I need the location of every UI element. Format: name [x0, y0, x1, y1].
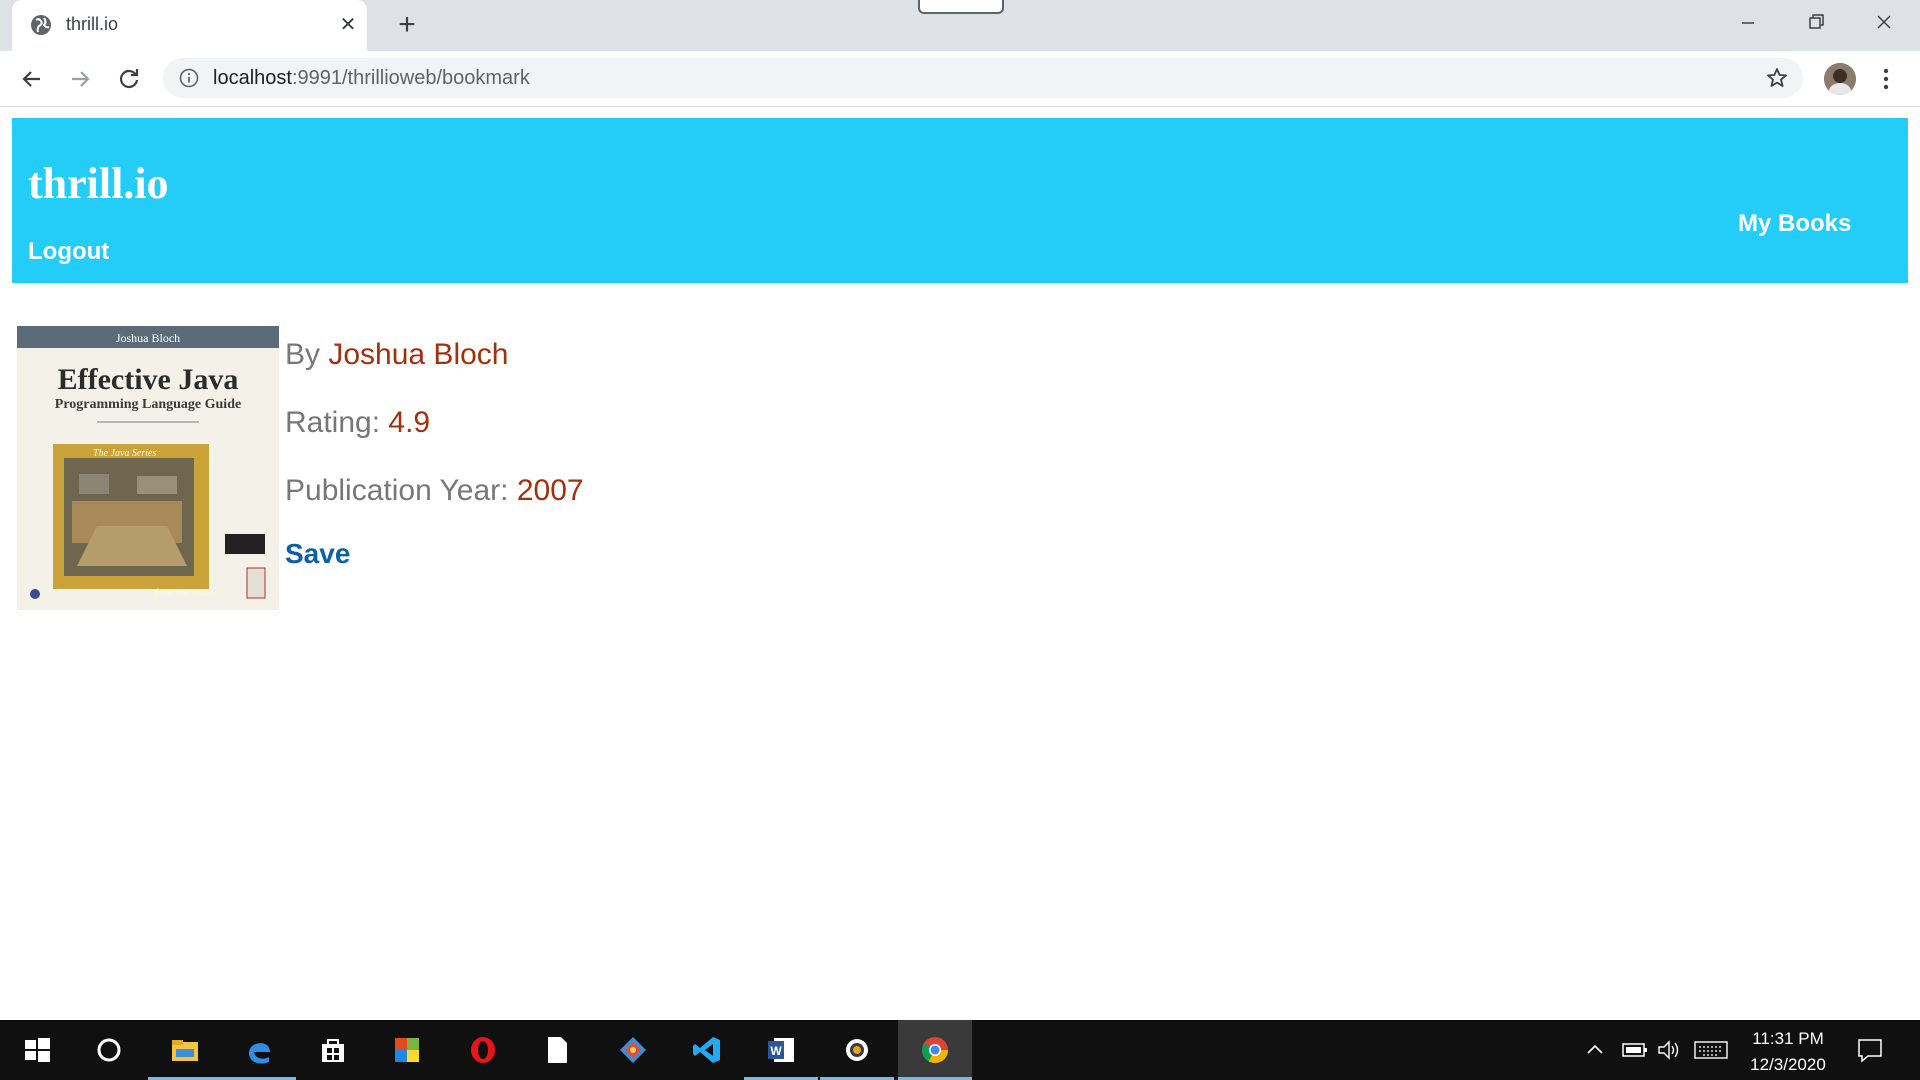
restore-icon[interactable] [1796, 8, 1836, 38]
taskbar-chrome[interactable] [898, 1020, 972, 1080]
year-value: 2007 [516, 474, 584, 507]
info-icon[interactable] [179, 68, 199, 88]
clock-time: 11:31 PM [1752, 1029, 1824, 1048]
author-value: Joshua Bloch [328, 338, 509, 371]
cortana-button[interactable] [72, 1020, 146, 1080]
close-tab-icon[interactable]: ✕ [335, 12, 361, 38]
year-label: Publication Year: [285, 474, 509, 507]
url-text[interactable]: localhost:9991/thrillioweb/bookmark [213, 67, 530, 90]
notifications-icon[interactable] [1856, 1036, 1884, 1064]
edge-icon [249, 1043, 270, 1064]
cover-series: The Java Series [93, 448, 156, 459]
address-bar[interactable]: localhost:9991/thrillioweb/bookmark [163, 58, 1803, 98]
taskbar-vscode[interactable] [670, 1020, 744, 1080]
bookmark-star-icon[interactable] [1765, 66, 1789, 90]
book-cover-image: Joshua Bloch Effective Java Programming … [17, 326, 279, 610]
taskbar-store[interactable] [296, 1020, 370, 1080]
rating-value: 4.9 [388, 406, 431, 439]
site-brand[interactable]: thrill.io [28, 158, 169, 209]
battery-icon[interactable] [1622, 1040, 1648, 1060]
office-icon [395, 1038, 419, 1062]
browser-tab-strip: thrill.io ✕ + [0, 0, 1920, 51]
clock-date: 12/3/2020 [1750, 1055, 1826, 1074]
keyboard-icon[interactable] [1694, 1040, 1728, 1060]
browser-menu-icon[interactable] [1876, 65, 1896, 93]
taskbar-git[interactable] [596, 1020, 670, 1080]
new-tab-icon[interactable]: + [392, 10, 422, 40]
cortana-icon [97, 1038, 121, 1062]
year-line: Publication Year: 2007 [285, 474, 584, 512]
taskbar-word[interactable]: W [744, 1020, 818, 1080]
forward-icon[interactable] [64, 63, 96, 95]
by-label: By [285, 338, 321, 371]
author-line: By Joshua Bloch [285, 338, 584, 376]
settings-icon [846, 1039, 868, 1061]
site-header: thrill.io Logout My Books [12, 118, 1908, 283]
save-link[interactable]: Save [285, 538, 584, 570]
minimize-icon[interactable] [1728, 8, 1768, 38]
my-books-link[interactable]: My Books [1738, 210, 1851, 238]
rating-label: Rating: [285, 406, 381, 439]
globe-icon [31, 15, 51, 35]
rating-line: Rating: 4.9 [285, 406, 584, 444]
notepad-icon [548, 1037, 567, 1063]
cover-author: Joshua Bloch [116, 331, 180, 345]
taskbar-notepad[interactable] [520, 1020, 594, 1080]
file-explorer-icon [172, 1040, 198, 1061]
chrome-icon [921, 1037, 949, 1064]
browser-toolbar: localhost:9991/thrillioweb/bookmark [0, 51, 1920, 107]
profile-avatar[interactable] [1824, 63, 1856, 95]
cover-footer: ...from the Source [147, 588, 218, 599]
book-details: By Joshua Bloch Rating: 4.9 Publication … [285, 338, 584, 570]
system-clock[interactable]: 11:31 PM 12/3/2020 [1738, 1026, 1838, 1078]
browser-tab[interactable]: thrill.io ✕ [12, 0, 367, 51]
chevron-up-icon[interactable] [1586, 1040, 1604, 1060]
svg-text:W: W [770, 1044, 782, 1058]
url-path: :9991/thrillioweb/bookmark [291, 67, 530, 89]
taskbar-opera[interactable] [446, 1020, 520, 1080]
cover-subtitle: Programming Language Guide [55, 397, 241, 412]
url-host: localhost [213, 67, 292, 89]
start-icon [25, 1038, 50, 1062]
git-icon [620, 1037, 646, 1063]
vscode-icon [693, 1037, 720, 1063]
reload-icon[interactable] [113, 63, 145, 95]
store-icon [322, 1039, 344, 1062]
taskbar-edge[interactable] [222, 1020, 296, 1080]
taskbar-office[interactable] [370, 1020, 444, 1080]
opera-icon [471, 1037, 495, 1063]
word-icon: W [768, 1038, 794, 1062]
tab-title: thrill.io [66, 14, 119, 34]
cover-title: Effective Java [58, 363, 239, 396]
windows-taskbar: W 11:31 PM 12/3/2020 [0, 1020, 1920, 1080]
taskbar-file-explorer[interactable] [148, 1020, 222, 1080]
start-button[interactable] [0, 1020, 74, 1080]
taskbar-settings[interactable] [820, 1020, 894, 1080]
volume-icon[interactable] [1656, 1038, 1682, 1062]
window-drag-handle[interactable] [918, 0, 1004, 14]
back-icon[interactable] [16, 63, 48, 95]
close-window-icon[interactable] [1864, 8, 1904, 38]
logout-link[interactable]: Logout [28, 238, 109, 266]
